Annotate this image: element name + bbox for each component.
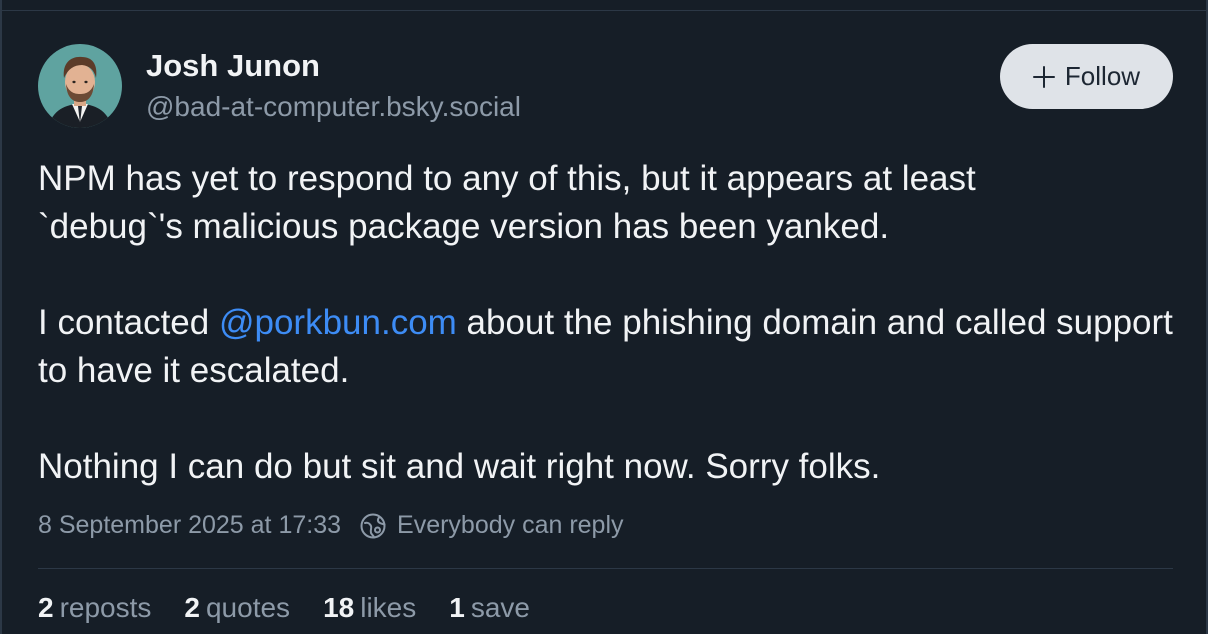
reply-setting-label: Everybody can reply: [397, 511, 624, 539]
likes-label: likes: [360, 592, 417, 623]
follow-button[interactable]: Follow: [1000, 44, 1173, 109]
stats-divider: [38, 568, 1173, 569]
post-paragraph-2: I contacted @porkbun.com about the phish…: [38, 299, 1188, 395]
quotes-stat[interactable]: 2 quotes: [184, 592, 290, 624]
author-handle[interactable]: @bad-at-computer.bsky.social: [146, 91, 521, 123]
likes-stat[interactable]: 18 likes: [323, 592, 416, 624]
avatar[interactable]: [38, 44, 122, 128]
reposts-stat[interactable]: 2 reposts: [38, 592, 151, 624]
post-line: `debug`'s malicious package version has …: [38, 207, 890, 246]
follow-button-label: Follow: [1064, 61, 1141, 91]
author-display-name[interactable]: Josh Junon: [146, 48, 320, 84]
quotes-label: quotes: [205, 592, 291, 623]
post-line: Nothing I can do but sit and wait right …: [38, 447, 881, 486]
post-meta: 8 September 2025 at 17:33 Everybody can …: [38, 511, 624, 540]
saves-label: save: [470, 592, 530, 623]
reply-setting: Everybody can reply: [359, 511, 624, 540]
reposts-label: reposts: [59, 592, 152, 623]
avatar-image: [38, 44, 122, 128]
post-line: NPM has yet to respond to any of this, b…: [38, 159, 976, 198]
post-card: Josh Junon @bad-at-computer.bsky.social …: [0, 0, 1208, 634]
post-timestamp[interactable]: 8 September 2025 at 17:33: [38, 511, 341, 540]
post-text-segment: I contacted: [38, 303, 219, 342]
post-text: NPM has yet to respond to any of this, b…: [38, 155, 1188, 491]
post-stats: 2 reposts 2 quotes 18 likes 1 save: [38, 592, 530, 624]
saves-stat[interactable]: 1 save: [449, 592, 530, 624]
likes-count: 18: [323, 592, 355, 623]
quotes-count: 2: [184, 592, 200, 623]
top-divider: [2, 10, 1208, 11]
plus-icon: [1032, 65, 1055, 88]
mention-link[interactable]: @porkbun.com: [219, 303, 457, 342]
saves-count: 1: [449, 592, 465, 623]
globe-icon: [360, 513, 386, 538]
reposts-count: 2: [38, 592, 54, 623]
